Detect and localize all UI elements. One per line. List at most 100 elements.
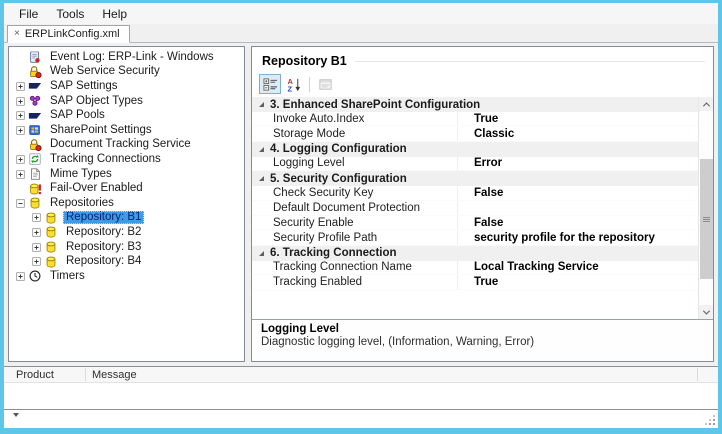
tree-item-event-log-erp-link-windows[interactable]: Event Log: ERP-Link - Windows bbox=[9, 50, 244, 65]
chevron-down-icon[interactable] bbox=[13, 413, 19, 417]
property-name[interactable]: Storage Mode bbox=[252, 127, 458, 141]
tab-erplinkconfig[interactable]: × ERPLinkConfig.xml bbox=[7, 25, 130, 43]
tree-item-sharepoint-settings[interactable]: SharePoint Settings bbox=[9, 123, 244, 138]
output-list[interactable] bbox=[4, 383, 718, 410]
tree-item-repository-b1[interactable]: Repository: B1 bbox=[9, 211, 244, 226]
grid-category-row[interactable]: 6. Tracking Connection bbox=[252, 246, 698, 261]
grid-property-row[interactable]: Storage ModeClassic bbox=[252, 127, 698, 142]
tree-item-timers[interactable]: Timers bbox=[9, 269, 244, 284]
scrollbar[interactable] bbox=[698, 97, 713, 319]
tree-item-repositories[interactable]: Repositories bbox=[9, 196, 244, 211]
tree-item-label: Fail-Over Enabled bbox=[47, 182, 146, 195]
main-area: Event Log: ERP-Link - WindowsWeb Service… bbox=[4, 43, 718, 366]
property-name[interactable]: Invoke Auto.Index bbox=[252, 112, 458, 126]
database-icon bbox=[28, 196, 43, 210]
menu-item-file[interactable]: File bbox=[10, 5, 47, 23]
grid-category-row[interactable]: 4. Logging Configuration bbox=[252, 142, 698, 157]
property-value[interactable]: True bbox=[458, 276, 698, 288]
category-expanded-icon[interactable] bbox=[259, 147, 264, 152]
category-label: 5. Security Configuration bbox=[270, 173, 407, 185]
grid-property-row[interactable]: Tracking Connection NameLocal Tracking S… bbox=[252, 261, 698, 276]
property-value[interactable]: Classic bbox=[458, 128, 698, 140]
config-tree[interactable]: Event Log: ERP-Link - WindowsWeb Service… bbox=[8, 46, 245, 362]
property-name[interactable]: Security Profile Path bbox=[252, 231, 458, 245]
expand-plus-icon[interactable] bbox=[31, 256, 42, 267]
expand-plus-icon[interactable] bbox=[15, 169, 26, 180]
property-name[interactable]: Security Enable bbox=[252, 216, 458, 230]
tree-item-repository-b3[interactable]: Repository: B3 bbox=[9, 240, 244, 255]
database-icon bbox=[44, 225, 59, 239]
expand-plus-icon[interactable] bbox=[31, 227, 42, 238]
output-filter-row[interactable] bbox=[4, 410, 718, 428]
grid-property-row[interactable]: Default Document Protection bbox=[252, 201, 698, 216]
expand-plus-icon[interactable] bbox=[15, 154, 26, 165]
tree-item-repository-b4[interactable]: Repository: B4 bbox=[9, 254, 244, 269]
description-pane: Logging Level Diagnostic logging level, … bbox=[252, 319, 713, 361]
grid-property-row[interactable]: Tracking EnabledTrue bbox=[252, 275, 698, 290]
collapse-minus-icon[interactable] bbox=[15, 198, 26, 209]
property-value[interactable]: security profile for the repository bbox=[458, 232, 698, 244]
grid-property-row[interactable]: Invoke Auto.IndexTrue bbox=[252, 112, 698, 127]
column-header-message[interactable]: Message bbox=[92, 369, 137, 381]
tree-item-fail-over-enabled[interactable]: Fail-Over Enabled bbox=[9, 181, 244, 196]
tree-item-repository-b2[interactable]: Repository: B2 bbox=[9, 225, 244, 240]
tree-item-mime-types[interactable]: Mime Types bbox=[9, 167, 244, 182]
security-service-icon bbox=[28, 65, 43, 79]
property-name[interactable]: Default Document Protection bbox=[252, 201, 458, 215]
grid-category-row[interactable]: 5. Security Configuration bbox=[252, 171, 698, 186]
menu-item-help[interactable]: Help bbox=[93, 5, 136, 23]
column-divider[interactable] bbox=[85, 368, 86, 381]
scrollbar-thumb[interactable] bbox=[700, 159, 713, 279]
property-name[interactable]: Logging Level bbox=[252, 157, 458, 171]
expand-plus-icon[interactable] bbox=[15, 81, 26, 92]
column-header-product[interactable]: Product bbox=[16, 369, 54, 381]
panel-title: Repository B1 bbox=[252, 47, 713, 71]
property-name[interactable]: Tracking Enabled bbox=[252, 275, 458, 289]
expand-plus-icon[interactable] bbox=[15, 96, 26, 107]
grid-category-row[interactable]: 3. Enhanced SharePoint Configuration bbox=[252, 97, 698, 112]
categorized-view-button[interactable] bbox=[259, 74, 281, 94]
tree-item-tracking-connections[interactable]: Tracking Connections bbox=[9, 152, 244, 167]
output-panel: Product Message bbox=[4, 366, 718, 428]
grid-property-row[interactable]: Check Security KeyFalse bbox=[252, 186, 698, 201]
property-name[interactable]: Check Security Key bbox=[252, 186, 458, 200]
category-expanded-icon[interactable] bbox=[259, 176, 264, 181]
tree-item-document-tracking-service[interactable]: Document Tracking Service bbox=[9, 138, 244, 153]
property-value[interactable]: False bbox=[458, 187, 698, 199]
tree-item-label: Mime Types bbox=[47, 168, 115, 181]
scroll-up-icon[interactable] bbox=[699, 97, 713, 111]
expand-plus-icon[interactable] bbox=[15, 271, 26, 282]
grid-property-row[interactable]: Security EnableFalse bbox=[252, 216, 698, 231]
property-name[interactable]: Tracking Connection Name bbox=[252, 261, 458, 275]
category-expanded-icon[interactable] bbox=[259, 102, 264, 107]
expand-plus-icon[interactable] bbox=[31, 242, 42, 253]
property-value[interactable]: False bbox=[458, 217, 698, 229]
tree-item-label: Event Log: ERP-Link - Windows bbox=[47, 51, 217, 64]
property-value[interactable]: True bbox=[458, 113, 698, 125]
close-icon[interactable]: × bbox=[14, 29, 20, 39]
alphabetical-sort-button[interactable]: AZ bbox=[283, 74, 305, 94]
scroll-down-icon[interactable] bbox=[699, 305, 713, 319]
tree-item-sap-settings[interactable]: SAP Settings bbox=[9, 79, 244, 94]
tree-item-sap-object-types[interactable]: SAP Object Types bbox=[9, 94, 244, 109]
property-value[interactable]: Local Tracking Service bbox=[458, 261, 698, 273]
refresh-icon bbox=[28, 152, 43, 166]
tree-item-label: SAP Pools bbox=[47, 109, 108, 122]
sharepoint-icon bbox=[28, 123, 43, 137]
expand-plus-icon[interactable] bbox=[15, 125, 26, 136]
tree-item-label: Repository: B4 bbox=[63, 255, 144, 268]
expander-spacer bbox=[15, 52, 26, 63]
category-expanded-icon[interactable] bbox=[259, 251, 264, 256]
expand-plus-icon[interactable] bbox=[31, 212, 42, 223]
toolbar-separator bbox=[309, 77, 310, 92]
tree-item-web-service-security[interactable]: Web Service Security bbox=[9, 65, 244, 80]
grid-property-row[interactable]: Security Profile Pathsecurity profile fo… bbox=[252, 231, 698, 246]
expand-plus-icon[interactable] bbox=[15, 110, 26, 121]
tree-item-sap-pools[interactable]: SAP Pools bbox=[9, 108, 244, 123]
property-value[interactable]: Error bbox=[458, 157, 698, 169]
expander-spacer bbox=[15, 139, 26, 150]
menu-item-tools[interactable]: Tools bbox=[47, 5, 93, 23]
grid-property-row[interactable]: Logging LevelError bbox=[252, 157, 698, 172]
app-window: FileToolsHelp × ERPLinkConfig.xml Event … bbox=[0, 0, 722, 434]
tree-item-label: Repository: B3 bbox=[63, 241, 144, 254]
